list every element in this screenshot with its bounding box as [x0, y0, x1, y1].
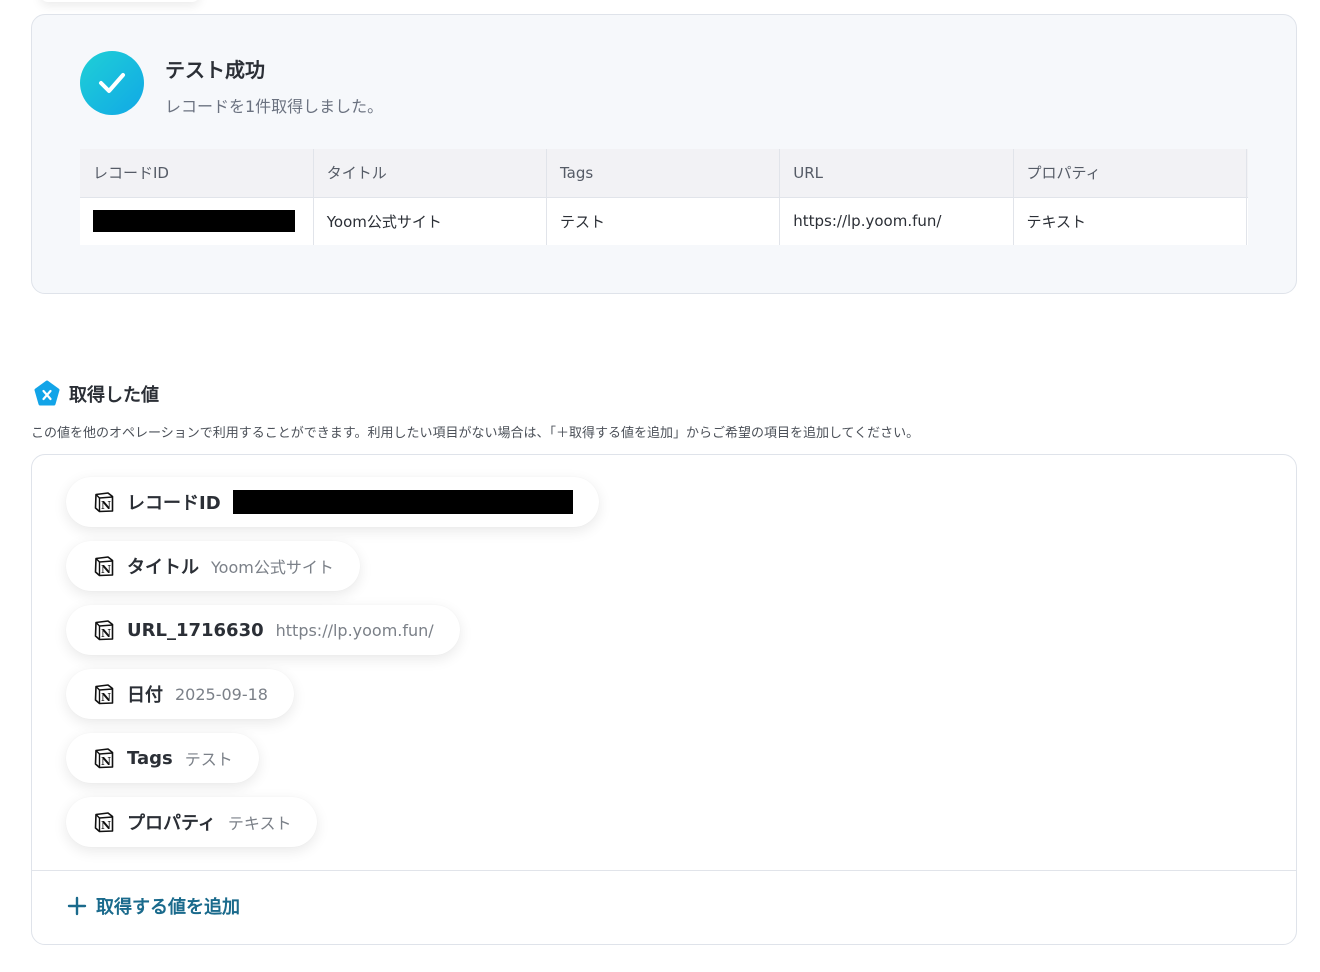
notion-icon: N: [94, 556, 114, 577]
previous-card-edge: [40, 0, 200, 2]
notion-icon: N: [94, 492, 114, 513]
add-value-label: 取得する値を追加: [96, 897, 240, 918]
col-date: 日付: [1246, 149, 1248, 198]
col-url: URL: [779, 149, 1014, 198]
plus-icon: [67, 896, 87, 916]
notion-icon: N: [94, 684, 114, 705]
values-title: 取得した値: [69, 385, 159, 406]
test-result-panel: テスト成功 レコードを1件取得しました。 レコードID タイトル Tags UR…: [31, 14, 1297, 294]
cell-date: 2025-09-18: [1246, 197, 1248, 245]
value-item-title[interactable]: N タイトル Yoom公式サイト: [66, 541, 360, 591]
value-text: 2025-09-18: [175, 684, 268, 704]
values-header: 取得した値: [33, 380, 159, 408]
redacted-record-id: [93, 210, 295, 233]
x-variable-icon: [34, 380, 60, 406]
svg-text:N: N: [101, 819, 111, 832]
value-item-date[interactable]: N 日付 2025-09-18: [66, 669, 294, 719]
svg-text:N: N: [101, 563, 111, 576]
value-key: プロパティ: [127, 813, 216, 834]
cell-title: Yoom公式サイト: [313, 197, 548, 245]
notion-icon: N: [94, 620, 114, 641]
col-tags: Tags: [546, 149, 781, 198]
notion-icon: N: [94, 812, 114, 833]
svg-text:N: N: [101, 755, 111, 768]
success-check-icon: [80, 51, 144, 115]
svg-text:N: N: [101, 499, 111, 512]
value-item-record-id[interactable]: N レコードID: [66, 477, 599, 527]
value-item-tags[interactable]: N Tags テスト: [66, 733, 259, 783]
test-success-title: テスト成功: [165, 58, 265, 82]
values-description: この値を他のオペレーションで利用することができます。利用したい項目がない場合は、…: [31, 426, 920, 441]
add-value-button[interactable]: 取得する値を追加: [66, 893, 240, 919]
redacted-value: [232, 490, 573, 514]
value-key: タイトル: [127, 557, 199, 578]
test-success-subtitle: レコードを1件取得しました。: [165, 97, 384, 116]
values-panel: N レコードID N タイトル Yoom公式サイト N URL_1716630 …: [31, 454, 1297, 945]
value-key: URL_1716630: [127, 619, 264, 641]
cell-url: https://lp.yoom.fun/: [779, 197, 1014, 245]
value-item-url[interactable]: N URL_1716630 https://lp.yoom.fun/: [66, 605, 460, 655]
value-text: https://lp.yoom.fun/: [275, 620, 434, 640]
value-key: レコードID: [127, 493, 221, 514]
notion-icon: N: [94, 748, 114, 769]
col-property: プロパティ: [1013, 149, 1247, 198]
table-row: Yoom公式サイト テスト https://lp.yoom.fun/ テキスト …: [80, 197, 1248, 245]
result-table[interactable]: レコードID タイトル Tags URL プロパティ 日付 Yoom公式サイト …: [80, 149, 1248, 246]
value-text: テスト: [184, 750, 233, 769]
value-item-property[interactable]: N プロパティ テキスト: [66, 797, 318, 847]
value-text: Yoom公式サイト: [211, 558, 334, 577]
svg-text:N: N: [101, 627, 111, 640]
value-key: 日付: [127, 685, 163, 706]
svg-text:N: N: [101, 691, 111, 704]
value-key: Tags: [127, 747, 173, 769]
cell-tags: テスト: [546, 197, 781, 245]
cell-property: テキスト: [1013, 197, 1247, 245]
cell-record-id: [80, 197, 314, 245]
col-title: タイトル: [313, 149, 548, 198]
table-header-row: レコードID タイトル Tags URL プロパティ 日付: [80, 149, 1248, 198]
divider: [32, 870, 1296, 871]
col-record-id: レコードID: [80, 149, 314, 198]
value-text: テキスト: [227, 814, 292, 833]
